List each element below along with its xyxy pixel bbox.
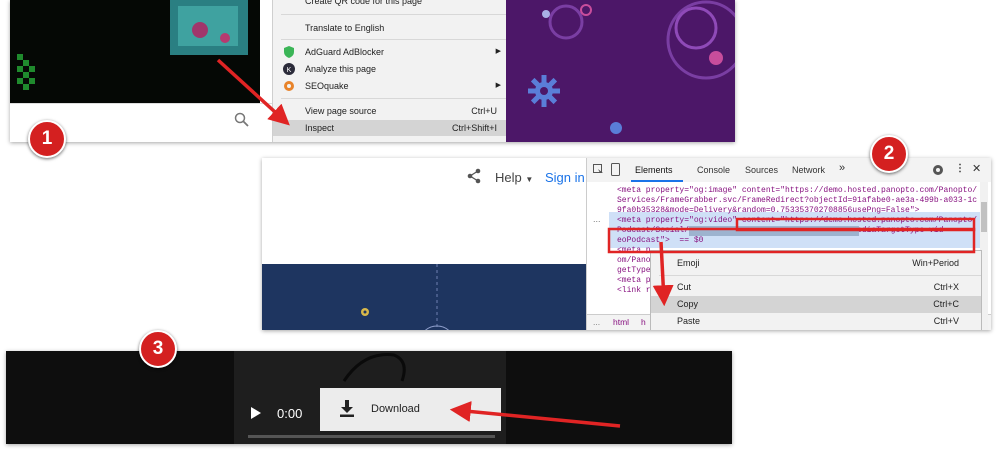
url-highlight-box-lower	[607, 227, 976, 254]
step-badge-2: 2	[870, 135, 908, 173]
step-badge-1: 1	[28, 120, 66, 158]
step-badge-3: 3	[139, 330, 177, 368]
arrow-to-inspect	[216, 58, 290, 126]
annotation-layer	[216, 58, 976, 428]
arrow-to-download	[449, 401, 621, 428]
